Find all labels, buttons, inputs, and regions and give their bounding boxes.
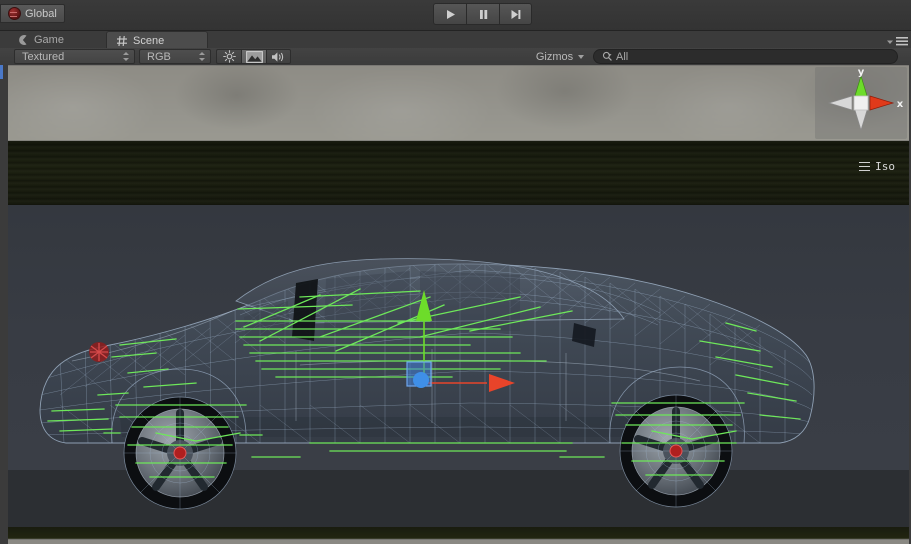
pause-icon [479, 9, 487, 19]
rear-wheel [619, 394, 733, 508]
draw-mode-value: Textured [22, 50, 65, 63]
view-tab-bar: Game Scene [0, 31, 911, 49]
globe-icon [7, 7, 21, 20]
scene-viewport[interactable]: y x Iso [0, 65, 911, 544]
gizmos-dropdown[interactable]: Gizmos [532, 49, 588, 64]
handle-space-button[interactable]: Global [0, 4, 65, 23]
handle-space-label: Global [24, 7, 57, 20]
search-icon [602, 51, 612, 61]
gizmo-x-cone[interactable] [869, 95, 895, 111]
scene-lighting-toggle[interactable] [216, 49, 241, 64]
step-button[interactable] [499, 3, 532, 25]
chevron-updown-icon [123, 51, 130, 62]
scene-audio-toggle[interactable] [266, 49, 291, 64]
sun-icon [222, 50, 236, 63]
tab-game[interactable]: Game [8, 31, 104, 49]
chevron-down-icon [887, 40, 893, 44]
viewport-left-edge [0, 65, 8, 544]
gizmo-neg-y-cone[interactable] [853, 106, 869, 132]
pivot-handle-group: nter Global [0, 4, 65, 23]
play-button[interactable] [433, 3, 466, 25]
panel-options-icon[interactable] [886, 36, 908, 47]
scene-toggle-group [216, 49, 291, 64]
play-icon [446, 9, 455, 19]
render-mode-dropdown[interactable]: RGB [139, 49, 211, 64]
gizmos-label: Gizmos [535, 50, 574, 63]
scene-search-input[interactable]: All [593, 49, 898, 64]
gizmo-neg-x-cone[interactable] [827, 95, 853, 111]
scene-view-icon [116, 35, 128, 47]
gizmo-center-cube[interactable] [853, 95, 869, 111]
gizmo-y-label: y [858, 67, 865, 78]
speaker-icon [272, 51, 284, 62]
draw-mode-dropdown[interactable]: Textured [14, 49, 135, 64]
gizmo-center-handle[interactable] [413, 372, 429, 388]
gizmo-y-cone[interactable] [853, 74, 869, 100]
skybox-icon [245, 50, 263, 63]
game-view-icon [17, 34, 29, 46]
tab-scene-label: Scene [133, 34, 165, 47]
scene-search-value: All [616, 50, 629, 63]
unity-editor-window: nter Global [0, 0, 911, 544]
tab-game-label: Game [34, 34, 64, 46]
projection-mode-label: Iso [875, 160, 895, 173]
menu-lines-icon [896, 37, 908, 46]
viewport-focus-marker [0, 65, 3, 79]
step-icon [511, 9, 521, 19]
tab-scene[interactable]: Scene [106, 31, 208, 49]
car-model[interactable] [0, 65, 911, 544]
render-mode-value: RGB [147, 50, 171, 63]
main-toolbar: nter Global [0, 0, 911, 31]
projection-mode-button[interactable]: Iso [859, 160, 895, 173]
chevron-down-icon [578, 54, 585, 59]
pause-button[interactable] [466, 3, 499, 25]
gizmo-x-label: x [897, 99, 904, 110]
scene-fx-toggle[interactable] [241, 49, 266, 64]
headlight-gizmo [89, 342, 109, 362]
chevron-updown-icon [199, 51, 206, 62]
scene-orientation-gizmo[interactable]: y x [815, 67, 907, 139]
scene-view-toolbar: Textured RGB Gizmos All [0, 48, 911, 66]
front-wheel [123, 396, 237, 510]
menu-lines-icon [859, 162, 871, 171]
playback-controls [433, 3, 532, 25]
